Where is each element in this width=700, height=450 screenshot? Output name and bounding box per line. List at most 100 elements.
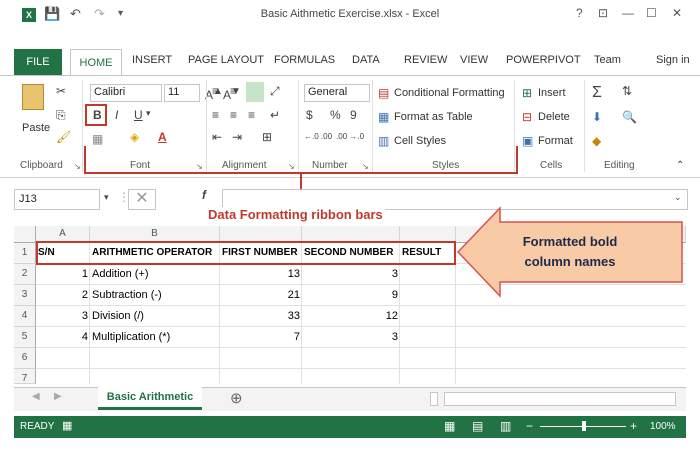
- sheet-tab-basic-arithmetic[interactable]: Basic Arithmetic: [98, 386, 202, 410]
- comma-style-button[interactable]: 9: [350, 108, 357, 122]
- conditional-formatting-button[interactable]: Conditional Formatting: [394, 87, 505, 99]
- row-header-7[interactable]: 7: [14, 369, 36, 384]
- help-button[interactable]: ?: [576, 6, 583, 20]
- format-as-table-icon[interactable]: ▦: [378, 110, 389, 124]
- format-as-table-button[interactable]: Format as Table: [394, 111, 473, 123]
- borders-icon[interactable]: ▦: [92, 132, 103, 146]
- cell-d2[interactable]: 3: [302, 264, 400, 285]
- cell-a2[interactable]: 1: [36, 264, 90, 285]
- tab-team[interactable]: Team: [594, 54, 621, 66]
- scroll-tabs-left-icon[interactable]: ◀: [32, 391, 40, 402]
- copy-icon[interactable]: ⎘: [56, 108, 66, 123]
- underline-dropdown-icon[interactable]: ▾: [146, 108, 151, 119]
- cell-a4[interactable]: 3: [36, 306, 90, 327]
- maximize-button[interactable]: ☐: [646, 6, 657, 20]
- tab-insert[interactable]: INSERT: [132, 54, 172, 66]
- horizontal-scrollbar[interactable]: [444, 392, 676, 406]
- normal-view-icon[interactable]: ▦: [444, 419, 455, 433]
- italic-button[interactable]: I: [115, 108, 118, 122]
- paste-icon[interactable]: [22, 84, 44, 110]
- align-center-icon[interactable]: ≡: [230, 108, 237, 122]
- fill-icon[interactable]: ⬇: [592, 110, 602, 124]
- underline-button[interactable]: U: [134, 108, 143, 122]
- tab-home[interactable]: HOME: [70, 49, 122, 76]
- cut-icon[interactable]: ✂: [56, 84, 66, 98]
- ribbon-display-options-icon[interactable]: ⊡: [598, 6, 608, 20]
- increase-indent-icon[interactable]: ⇥: [232, 130, 242, 144]
- cell-d3[interactable]: 9: [302, 285, 400, 306]
- align-left-icon[interactable]: ≡: [212, 108, 219, 122]
- cell-b5[interactable]: Multiplication (*): [90, 327, 220, 348]
- cell-d5[interactable]: 3: [302, 327, 400, 348]
- cell-c5[interactable]: 7: [220, 327, 302, 348]
- number-launcher-icon[interactable]: ↘: [362, 162, 369, 171]
- autosum-icon[interactable]: Σ: [592, 84, 602, 102]
- tab-data[interactable]: DATA: [352, 54, 380, 66]
- new-sheet-button[interactable]: ⊕: [230, 389, 243, 407]
- zoom-level[interactable]: 100%: [650, 421, 676, 432]
- align-middle-icon[interactable]: ≡: [230, 84, 237, 98]
- page-break-view-icon[interactable]: ▥: [500, 419, 511, 433]
- horizontal-scroll-left[interactable]: [430, 392, 438, 406]
- alignment-launcher-icon[interactable]: ↘: [288, 162, 295, 171]
- decrease-decimal-button[interactable]: .00 →.0: [336, 132, 364, 141]
- row-header-4[interactable]: 4: [14, 306, 36, 327]
- tab-formulas[interactable]: FORMULAS: [274, 54, 335, 66]
- find-select-icon[interactable]: 🔍: [622, 110, 637, 124]
- align-top-icon[interactable]: ≡: [212, 84, 219, 98]
- cell-styles-button[interactable]: Cell Styles: [394, 135, 446, 147]
- tab-powerpivot[interactable]: POWERPIVOT: [506, 54, 581, 66]
- row-header-5[interactable]: 5: [14, 327, 36, 348]
- number-format-select[interactable]: General: [304, 84, 370, 102]
- font-family-select[interactable]: Calibri: [90, 84, 162, 102]
- minimize-button[interactable]: —: [622, 6, 634, 20]
- clipboard-launcher-icon[interactable]: ↘: [74, 162, 81, 171]
- insert-cells-icon[interactable]: ⊞: [522, 86, 532, 100]
- tab-file[interactable]: FILE: [14, 49, 62, 75]
- sign-in-link[interactable]: Sign in: [656, 54, 690, 66]
- merge-center-icon[interactable]: ⊞: [262, 130, 272, 144]
- cell-c2[interactable]: 13: [220, 264, 302, 285]
- zoom-in-icon[interactable]: +: [630, 419, 637, 433]
- cell-b3[interactable]: Subtraction (-): [90, 285, 220, 306]
- scroll-tabs-right-icon[interactable]: ▶: [54, 391, 62, 402]
- name-box[interactable]: J13: [14, 189, 100, 210]
- percent-button[interactable]: %: [330, 108, 341, 122]
- cell-styles-icon[interactable]: ▥: [378, 134, 389, 148]
- row-header-3[interactable]: 3: [14, 285, 36, 306]
- tab-review[interactable]: REVIEW: [404, 54, 447, 66]
- orientation-icon[interactable]: ⤢: [270, 84, 280, 99]
- align-right-icon[interactable]: ≡: [248, 108, 255, 122]
- insert-button[interactable]: Insert: [538, 87, 566, 99]
- close-button[interactable]: ✕: [672, 6, 682, 20]
- row-header-1[interactable]: 1: [14, 243, 36, 264]
- insert-function-button[interactable]: f: [202, 188, 206, 202]
- cell-a3[interactable]: 2: [36, 285, 90, 306]
- format-cells-icon[interactable]: ▣: [522, 134, 533, 148]
- collapse-ribbon-icon[interactable]: ⌃: [676, 160, 684, 171]
- format-painter-icon[interactable]: 🖌: [56, 130, 71, 144]
- cancel-formula-icon[interactable]: ✕: [128, 189, 156, 210]
- cell-d4[interactable]: 12: [302, 306, 400, 327]
- page-layout-view-icon[interactable]: ▤: [472, 419, 483, 433]
- decrease-indent-icon[interactable]: ⇤: [212, 130, 222, 144]
- font-size-select[interactable]: 11: [164, 84, 200, 102]
- delete-cells-icon[interactable]: ⊟: [522, 110, 532, 124]
- cell-b4[interactable]: Division (/): [90, 306, 220, 327]
- bold-button[interactable]: B: [93, 108, 102, 122]
- font-launcher-icon[interactable]: ↘: [196, 162, 203, 171]
- increase-decimal-button[interactable]: ←.0 .00: [304, 132, 332, 141]
- row-header-6[interactable]: 6: [14, 348, 36, 369]
- macro-recording-icon[interactable]: ▦: [62, 419, 72, 432]
- row-header-2[interactable]: 2: [14, 264, 36, 285]
- zoom-out-icon[interactable]: −: [526, 419, 533, 433]
- cell-b2[interactable]: Addition (+): [90, 264, 220, 285]
- fill-color-icon[interactable]: ◈: [130, 130, 139, 144]
- select-all-corner[interactable]: [14, 226, 36, 243]
- align-bottom-icon[interactable]: [246, 82, 264, 102]
- delete-button[interactable]: Delete: [538, 111, 570, 123]
- format-button[interactable]: Format: [538, 135, 573, 147]
- currency-button[interactable]: $: [306, 108, 313, 122]
- tab-view[interactable]: VIEW: [460, 54, 488, 66]
- conditional-formatting-icon[interactable]: ▤: [378, 86, 389, 100]
